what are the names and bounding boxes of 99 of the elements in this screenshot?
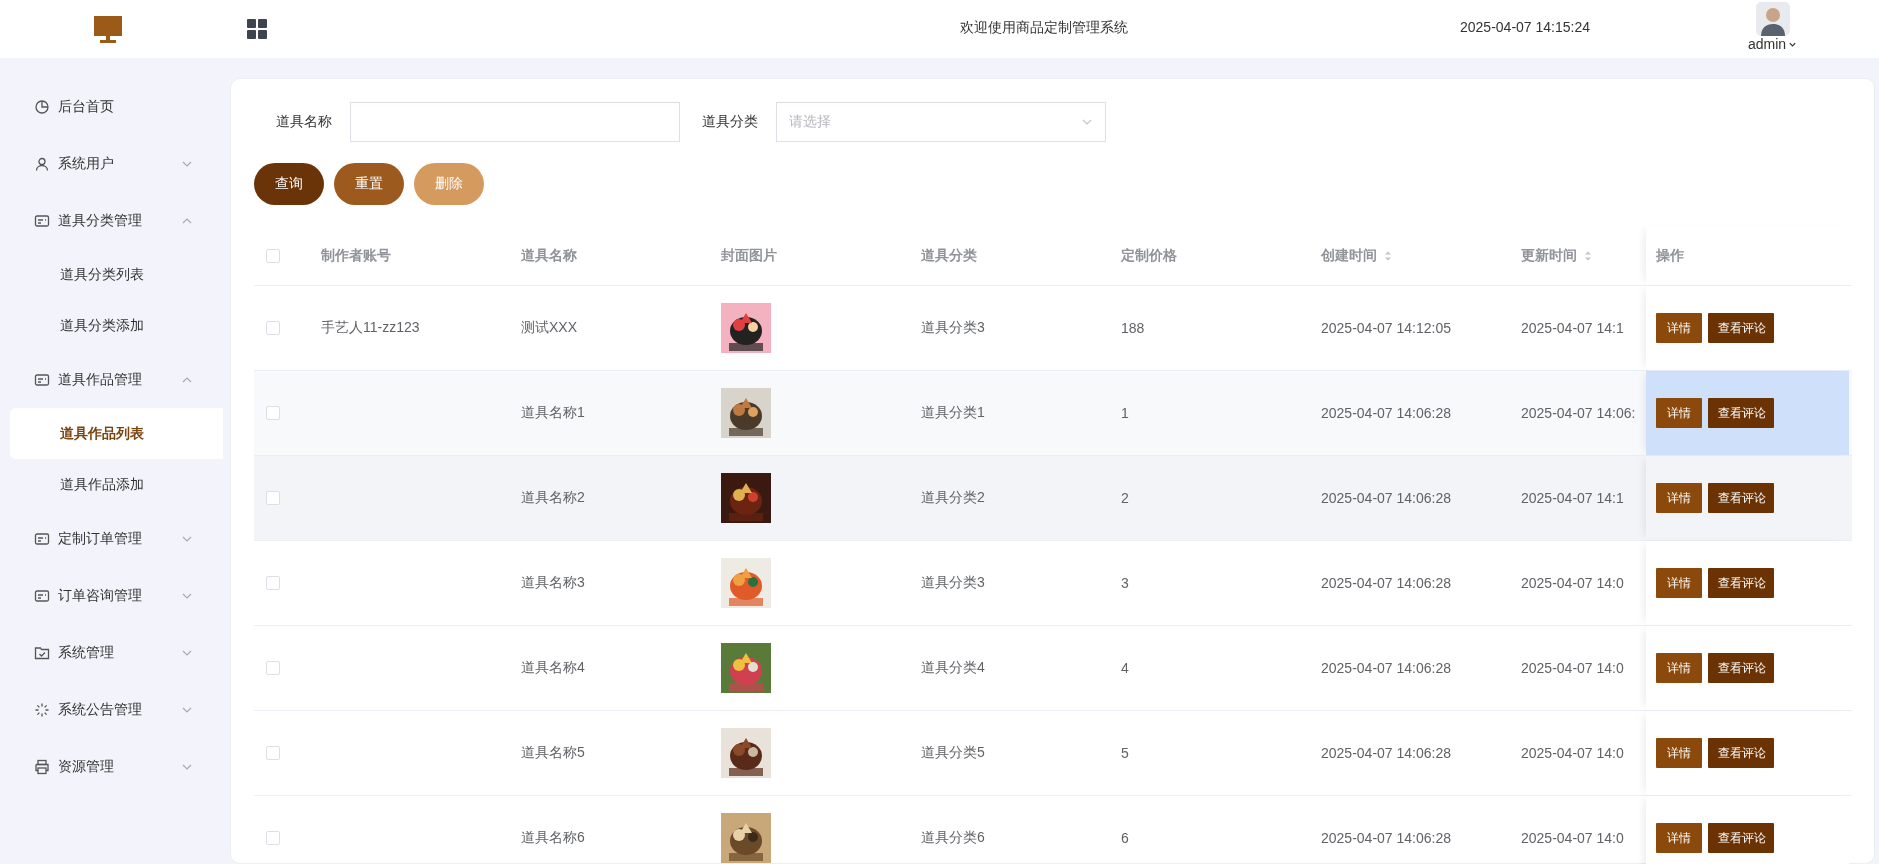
sidebar-item[interactable]: 定制订单管理 [0, 510, 223, 567]
menu-icon [34, 758, 50, 775]
table-cell: 2025-04-07 14:06:28 [1321, 830, 1451, 846]
table-cell: 6 [1121, 830, 1129, 846]
row-action-button[interactable]: 详情 [1656, 568, 1702, 598]
menu-icon [34, 98, 50, 115]
table-cell: 2025-04-07 14:06:28 [1321, 575, 1451, 591]
sort-icon[interactable] [1583, 249, 1593, 263]
table-cell: 2025-04-07 14:06:28 [1321, 490, 1451, 506]
menu-icon [34, 155, 50, 172]
table-cell: 道具分类4 [921, 659, 985, 677]
table-cell: 道具分类3 [921, 319, 985, 337]
action-button[interactable]: 重置 [334, 163, 404, 205]
table-cell: 2025-04-07 14:06:28 [1321, 405, 1451, 421]
sidebar-item[interactable]: 系统公告管理 [0, 681, 223, 738]
table-cell: 道具名称2 [521, 489, 585, 507]
table-cell: 道具名称6 [521, 829, 585, 847]
column-header: 封面图片 [720, 246, 778, 265]
table-cell: 2025-04-07 14:06:28 [1321, 660, 1451, 676]
sidebar-item[interactable]: 系统用户 [0, 135, 223, 192]
menu-icon [34, 212, 50, 229]
sidebar-item[interactable]: 后台首页 [0, 78, 223, 135]
sidebar-item[interactable]: 系统管理 [0, 624, 223, 681]
column-header: 操作 [1646, 227, 1849, 285]
table-cell: 2025-04-07 14:0 [1521, 660, 1624, 676]
filter-label: 道具名称 [275, 113, 333, 131]
column-header: 制作者账号 [320, 246, 392, 265]
table-cell: 测试XXX [521, 319, 577, 337]
sidebar-item[interactable]: 资源管理 [0, 738, 223, 795]
checkbox[interactable] [266, 831, 280, 845]
row-action-button[interactable]: 详情 [1656, 483, 1702, 513]
checkbox[interactable] [266, 321, 280, 335]
table-cell: 道具名称1 [521, 404, 585, 422]
table-cell: 2025-04-07 14:1 [1521, 490, 1624, 506]
row-action-button[interactable]: 详情 [1656, 823, 1702, 853]
checkbox[interactable] [266, 406, 280, 420]
sidebar-subitem[interactable]: 道具分类添加 [10, 300, 223, 351]
checkbox[interactable] [266, 746, 280, 760]
menu-icon [34, 587, 50, 604]
row-action-button[interactable]: 查看评论 [1708, 568, 1774, 598]
sort-icon[interactable] [1383, 249, 1393, 263]
table-cell: 道具分类3 [921, 574, 985, 592]
user-menu[interactable]: admin [1748, 36, 1798, 52]
table-cell: 2 [1121, 490, 1129, 506]
sidebar-item[interactable]: 道具分类管理 [0, 192, 223, 249]
table-cell: 5 [1121, 745, 1129, 761]
sidebar-subitem[interactable]: 道具分类列表 [10, 249, 223, 300]
row-action-button[interactable]: 详情 [1656, 313, 1702, 343]
column-header: 定制价格 [1120, 246, 1178, 265]
table-cell: 2025-04-07 14:0 [1521, 575, 1624, 591]
table-cell: 2025-04-07 14:06:28 [1321, 745, 1451, 761]
checkbox[interactable] [266, 661, 280, 675]
datetime: 2025-04-07 14:15:24 [1460, 19, 1590, 35]
menu-icon [34, 530, 50, 547]
row-action-button[interactable]: 查看评论 [1708, 653, 1774, 683]
avatar-icon[interactable] [1755, 2, 1790, 36]
column-header: 道具名称 [520, 246, 578, 265]
table-cell: 3 [1121, 575, 1129, 591]
table-cell: 道具名称3 [521, 574, 585, 592]
checkbox[interactable] [266, 491, 280, 505]
column-header: 道具分类 [920, 246, 978, 265]
checkbox[interactable] [266, 249, 280, 263]
row-action-button[interactable]: 查看评论 [1708, 738, 1774, 768]
sidebar-item[interactable]: 订单咨询管理 [0, 567, 223, 624]
sidebar-item[interactable]: 道具作品管理 [0, 351, 223, 408]
table-cell: 2025-04-07 14:1 [1521, 320, 1624, 336]
table-cell: 2025-04-07 14:0 [1521, 830, 1624, 846]
checkbox[interactable] [266, 576, 280, 590]
action-button[interactable]: 查询 [254, 163, 324, 205]
row-action-button[interactable]: 详情 [1656, 653, 1702, 683]
header-title: 欢迎使用商品定制管理系统 [960, 19, 1128, 37]
table-cell: 2025-04-07 14:12:05 [1321, 320, 1451, 336]
table-cell: 道具分类5 [921, 744, 985, 762]
row-action-button[interactable]: 查看评论 [1708, 313, 1774, 343]
table-cell: 道具名称4 [521, 659, 585, 677]
monitor-icon [93, 14, 123, 44]
sidebar-subitem[interactable]: 道具作品列表 [10, 408, 223, 459]
input-field[interactable] [350, 102, 680, 142]
menu-icon [34, 701, 50, 718]
row-action-button[interactable]: 详情 [1656, 738, 1702, 768]
table-cell: 4 [1121, 660, 1129, 676]
table-cell: 2025-04-07 14:0 [1521, 745, 1624, 761]
table-cell: 2025-04-07 14:06: [1521, 405, 1636, 421]
table-cell: 道具分类2 [921, 489, 985, 507]
filter-label: 道具分类 [701, 113, 759, 131]
table-cell: 道具分类1 [921, 404, 985, 422]
menu-icon [34, 371, 50, 388]
table-cell: 手艺人11-zz123 [321, 319, 420, 337]
sidebar-subitem[interactable]: 道具作品添加 [10, 459, 223, 510]
grid-icon[interactable] [247, 19, 267, 39]
row-action-button[interactable]: 查看评论 [1708, 823, 1774, 853]
menu-icon [34, 644, 50, 661]
row-action-button[interactable]: 查看评论 [1708, 483, 1774, 513]
table-cell: 1 [1121, 405, 1129, 421]
table-cell: 道具名称5 [521, 744, 585, 762]
row-action-button[interactable]: 查看评论 [1708, 398, 1774, 428]
row-action-button[interactable]: 详情 [1656, 398, 1702, 428]
table-cell: 188 [1121, 320, 1145, 336]
table-cell: 道具分类6 [921, 829, 985, 847]
